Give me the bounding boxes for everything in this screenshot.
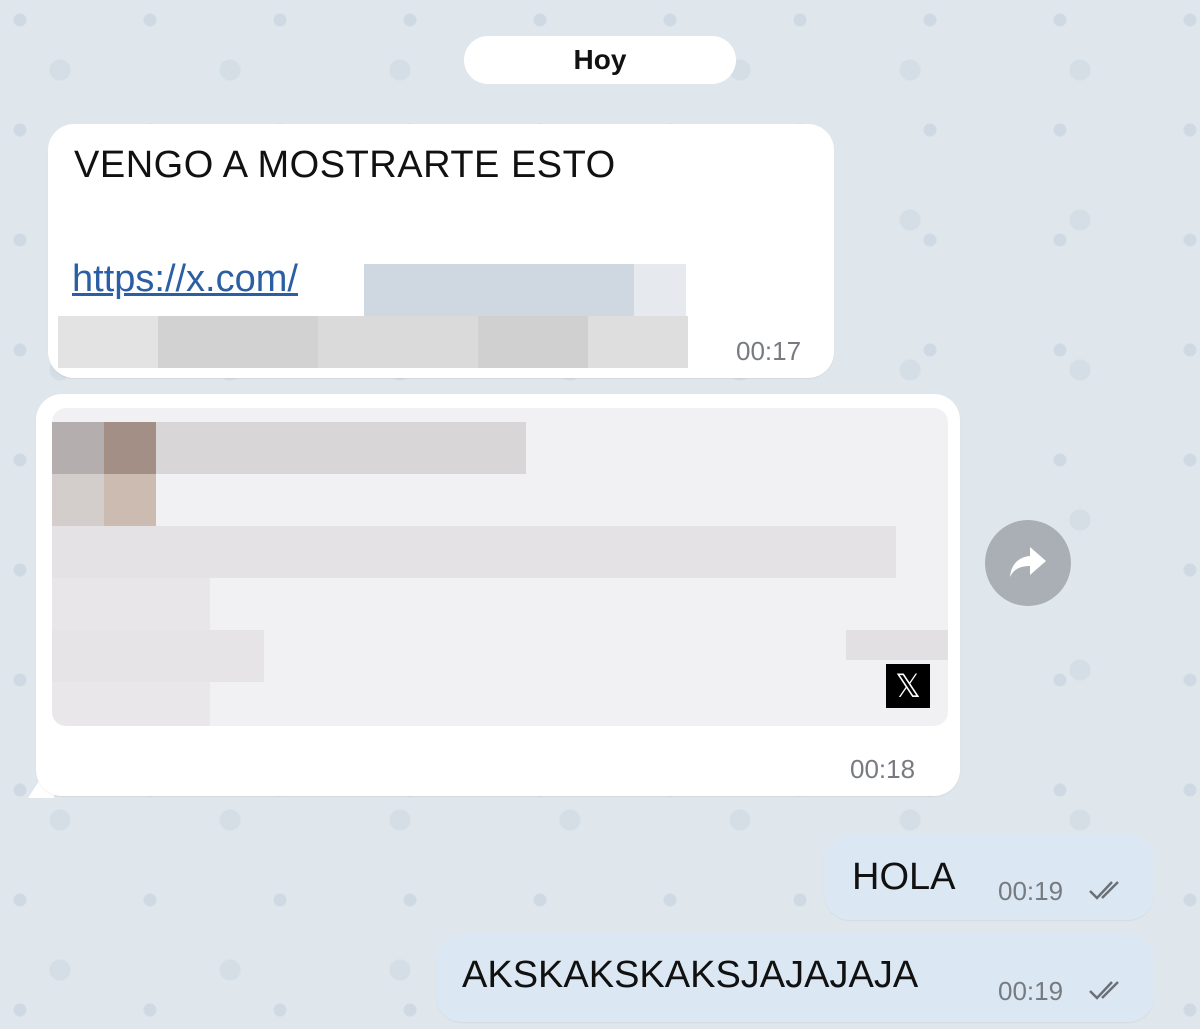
message-text: AKSKAKSKAKSJAJAJAJA <box>462 954 919 996</box>
share-button[interactable] <box>985 520 1071 606</box>
redacted-link-block <box>588 316 688 368</box>
redacted-text-block <box>52 526 896 578</box>
redacted-text-block <box>52 682 210 726</box>
message-bubble-outgoing[interactable]: HOLA 00:19 <box>824 834 1154 920</box>
message-time: 00:19 <box>998 876 1064 906</box>
redacted-text-block <box>846 630 948 660</box>
message-bubble-incoming[interactable]: 00:18 <box>36 394 960 796</box>
link-preview-card[interactable] <box>52 408 948 726</box>
message-text: HOLA <box>852 856 956 898</box>
message-bubble-outgoing[interactable]: AKSKAKSKAKSJAJAJAJA 00:19 <box>436 934 1154 1022</box>
message-time: 00:17 <box>736 336 802 366</box>
x-logo-icon: 𝕏 <box>886 664 930 708</box>
redacted-text-block <box>156 422 526 474</box>
message-time: 00:19 <box>998 976 1064 1006</box>
double-check-icon <box>1089 881 1119 900</box>
redacted-avatar <box>52 422 104 474</box>
double-check-icon <box>1089 981 1119 1000</box>
redacted-link-block <box>58 316 158 368</box>
message-link[interactable]: https://x.com/ <box>72 258 298 301</box>
share-arrow-icon <box>1010 547 1046 577</box>
date-separator-label: Hoy <box>573 44 627 75</box>
redacted-link-block <box>364 264 634 316</box>
redacted-text-block <box>52 578 210 630</box>
date-separator: Hoy <box>464 36 736 84</box>
redacted-link-block <box>318 316 478 368</box>
redacted-link-block <box>478 316 588 368</box>
redacted-avatar <box>104 474 156 526</box>
redacted-text-block <box>52 630 264 682</box>
redacted-avatar <box>104 422 156 474</box>
message-time: 00:18 <box>850 754 916 784</box>
message-text: VENGO A MOSTRARTE ESTO <box>74 144 616 186</box>
redacted-link-block <box>158 316 318 368</box>
redacted-link-block <box>634 264 686 316</box>
redacted-avatar <box>52 474 104 526</box>
message-bubble-incoming[interactable]: VENGO A MOSTRARTE ESTO https://x.com/ 00… <box>48 124 834 378</box>
